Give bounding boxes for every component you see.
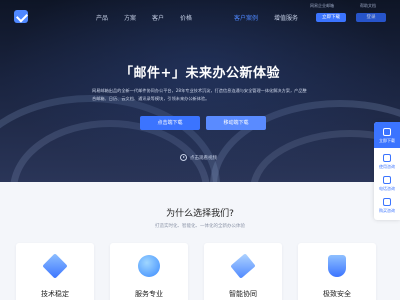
mobile-download-button[interactable]: 移动端下载 (206, 116, 266, 130)
feature-card-smart[interactable]: 智能协同 (204, 243, 282, 300)
float-usage-consult[interactable]: 使用咨询 (374, 154, 400, 170)
why-subtitle: 打造实时化、智能化、一体化的全新办公体验 (155, 224, 245, 229)
cart-icon (383, 198, 391, 206)
feature-card-label: 技术稳定 (41, 290, 69, 298)
hero-banner: 产品 方案 客户 价格 客户案例 增值服务 网易企业邮箱 帮助文档 立即下载 登… (0, 0, 400, 182)
nav-item-customer[interactable]: 客户 (152, 13, 164, 22)
login-button[interactable]: 登录 (356, 13, 386, 22)
feature-card-stable[interactable]: 技术稳定 (16, 243, 94, 300)
float-phone-label: 电话咨询 (379, 186, 395, 191)
nav-item-solution[interactable]: 方案 (124, 13, 136, 22)
watch-video-link[interactable]: 点击观看视频 (180, 154, 217, 161)
hero-description: 网易邮箱出品的全新一代邮件协同办公平台，28年专业技术沉淀，打造信息连通与安全管… (92, 88, 307, 101)
feature-card-label: 极致安全 (323, 290, 351, 298)
watch-video-label: 点击观看视频 (190, 155, 217, 161)
nav-item-product[interactable]: 产品 (96, 13, 108, 22)
hero-title: 「邮件+」未来办公新体验 (120, 66, 280, 81)
brand-logo-icon[interactable] (14, 10, 28, 23)
float-download-button[interactable]: 立即下载 (374, 122, 400, 148)
top-navigation: 产品 方案 客户 价格 客户案例 增值服务 网易企业邮箱 帮助文档 立即下载 登… (0, 0, 400, 34)
nav-item-cases[interactable]: 客户案例 (234, 13, 258, 22)
top-link-login[interactable]: 网易企业邮箱 (310, 3, 334, 9)
stable-gem-icon (42, 253, 68, 279)
float-usage-label: 使用咨询 (379, 164, 395, 169)
phone-icon (383, 176, 391, 184)
service-bubble-icon (138, 255, 160, 277)
feature-card-label: 智能协同 (229, 290, 257, 298)
float-download-label: 立即下载 (379, 138, 395, 143)
nav-item-value-added[interactable]: 增值服务 (274, 13, 298, 22)
play-icon (180, 154, 187, 161)
why-title: 为什么选择我们? (166, 209, 234, 219)
feature-card-service[interactable]: 服务专业 (110, 243, 188, 300)
feature-card-label: 服务专业 (135, 290, 163, 298)
chat-icon (383, 154, 391, 162)
float-phone-consult[interactable]: 电话咨询 (374, 176, 400, 192)
top-link-help[interactable]: 帮助文档 (360, 3, 376, 9)
download-icon (383, 128, 391, 136)
nav-item-price[interactable]: 价格 (180, 13, 192, 22)
shield-icon (328, 255, 346, 277)
download-now-button[interactable]: 立即下载 (316, 13, 346, 22)
pc-download-button[interactable]: 点击端下载 (140, 116, 200, 130)
feature-card-secure[interactable]: 极致安全 (298, 243, 376, 300)
layers-icon (230, 253, 256, 279)
